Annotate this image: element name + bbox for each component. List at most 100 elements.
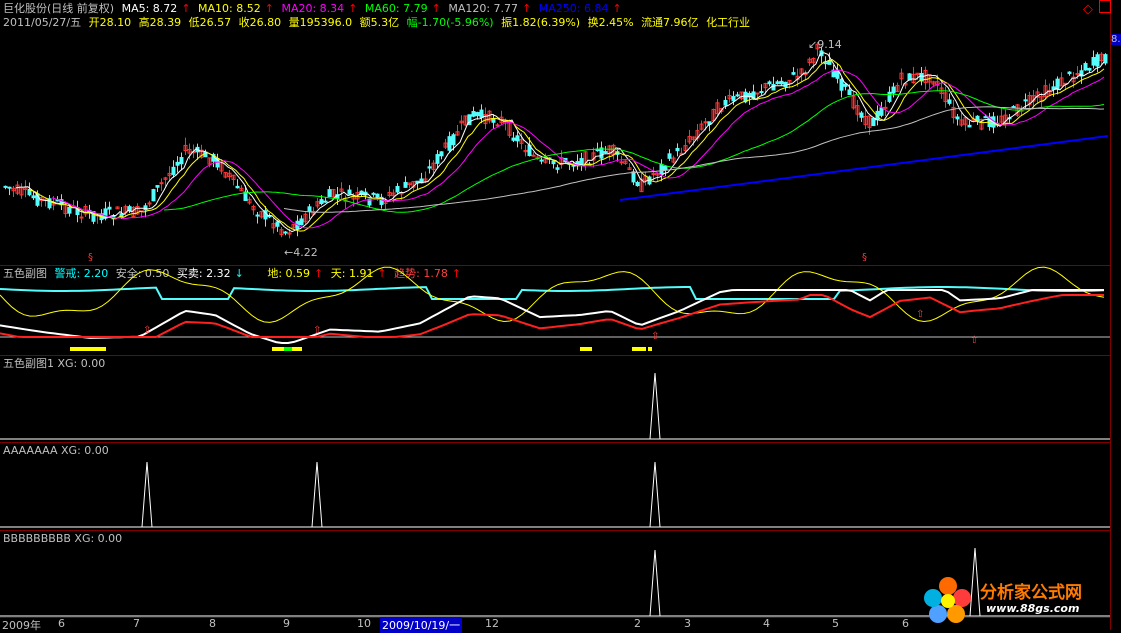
candle-body: [491, 118, 496, 123]
candle-body: [171, 166, 176, 175]
candle-body: [839, 78, 844, 91]
candle-body: [1091, 56, 1096, 66]
logo-url: www.88gs.com: [986, 602, 1080, 615]
candle-body: [955, 116, 960, 120]
candle-body: [599, 147, 604, 159]
candle-body: [731, 96, 736, 102]
candle-body: [759, 91, 764, 94]
candle-body: [155, 185, 160, 188]
candle-body: [1011, 106, 1016, 109]
logo-text: 分析家公式网: [980, 583, 1082, 603]
axis-label-5: 5: [832, 617, 839, 630]
candle-body: [663, 165, 668, 171]
candle-body: [403, 181, 408, 188]
axis-label-12: 12: [485, 617, 499, 630]
signal-mark-s1: §: [88, 252, 93, 263]
candle-body: [1103, 54, 1108, 64]
candle-body: [439, 151, 444, 157]
candle-body: [843, 83, 848, 87]
signal-mark-s2: §: [862, 252, 867, 263]
candle-body: [255, 214, 260, 217]
candle-body: [327, 189, 332, 197]
svg-text:⇧: ⇧: [651, 331, 659, 342]
candle-body: [659, 163, 664, 175]
axis-label-year: 2009年: [2, 619, 41, 632]
candle-body: [371, 192, 376, 195]
axis-label-10: 10: [357, 617, 371, 630]
axis-label-6b: 6: [902, 617, 909, 630]
candle-body: [3, 185, 8, 188]
candle-body: [475, 112, 480, 117]
current-date-box: 2009/10/19/一: [380, 617, 463, 633]
sub1-chart[interactable]: ⇧ ⇧ ⇧ ⇧ ⇧: [0, 265, 1110, 355]
candle-body: [79, 216, 84, 219]
candle-body: [319, 199, 324, 205]
candle-body: [235, 185, 240, 189]
candle-body: [323, 200, 328, 203]
axis-label-7: 7: [133, 617, 140, 630]
candle-body: [347, 189, 352, 195]
candle-body: [175, 161, 180, 166]
sub2-chart[interactable]: [0, 355, 1110, 445]
candle-body: [299, 218, 304, 226]
candle-body: [159, 182, 164, 185]
axis-label-9: 9: [283, 617, 290, 630]
candle-body: [67, 207, 72, 214]
candle-body: [823, 62, 828, 65]
candle-body: [631, 171, 636, 183]
flower-logo-icon: [924, 577, 971, 623]
main-kline-chart[interactable]: § §: [0, 0, 1110, 265]
ma20-line: [51, 69, 1105, 229]
candle-body: [539, 159, 544, 162]
candle-body: [127, 206, 132, 212]
candle-body: [771, 84, 776, 91]
candle-body: [675, 147, 680, 152]
axis-label-4: 4: [763, 617, 770, 630]
candle-body: [803, 73, 808, 76]
candle-body: [1087, 67, 1092, 71]
candle-body: [871, 117, 876, 127]
candle-body: [515, 135, 520, 142]
candle-body: [735, 94, 740, 97]
candle-body: [471, 111, 476, 117]
svg-text:⇧: ⇧: [143, 325, 151, 336]
candle-body: [179, 157, 184, 165]
sub3-spike-3: [649, 461, 661, 528]
candle-body: [859, 112, 864, 118]
candle-body: [1023, 99, 1028, 102]
sub3-spike-2: [311, 461, 323, 528]
candle-body: [283, 231, 288, 234]
candle-body: [891, 86, 896, 94]
svg-text:⇧: ⇧: [970, 335, 978, 346]
axis-label-2: 2: [634, 617, 641, 630]
candles: [3, 42, 1108, 239]
candle-body: [7, 186, 12, 189]
candle-body: [1067, 71, 1072, 75]
sub3-chart[interactable]: [0, 442, 1110, 532]
candle-body: [791, 72, 796, 75]
candle-body: [107, 206, 112, 210]
svg-text:⇧: ⇧: [313, 325, 321, 336]
candle-body: [27, 189, 32, 196]
axis-label-8: 8: [209, 617, 216, 630]
candle-body: [1055, 78, 1060, 90]
candle-body: [531, 154, 536, 157]
site-logo: 分析家公式网 www.88gs.com: [920, 570, 1120, 630]
low-price-marker: ←4.22: [284, 246, 318, 259]
candle-body: [395, 185, 400, 193]
candle-body: [1095, 54, 1100, 67]
candle-body: [1083, 63, 1088, 71]
candle-body: [479, 109, 484, 119]
candle-body: [31, 195, 36, 199]
sub4-spike-1: [649, 549, 661, 617]
sub1-buy-bars: [70, 347, 652, 351]
candle-body: [983, 116, 988, 119]
candle-body: [451, 134, 456, 146]
candle-body: [667, 153, 672, 159]
candle-body: [883, 106, 888, 109]
axis-label-6: 6: [58, 617, 65, 630]
right-axis-border: [1110, 0, 1111, 630]
candle-body: [619, 161, 624, 164]
candle-body: [447, 136, 452, 151]
candle-body: [887, 91, 892, 102]
